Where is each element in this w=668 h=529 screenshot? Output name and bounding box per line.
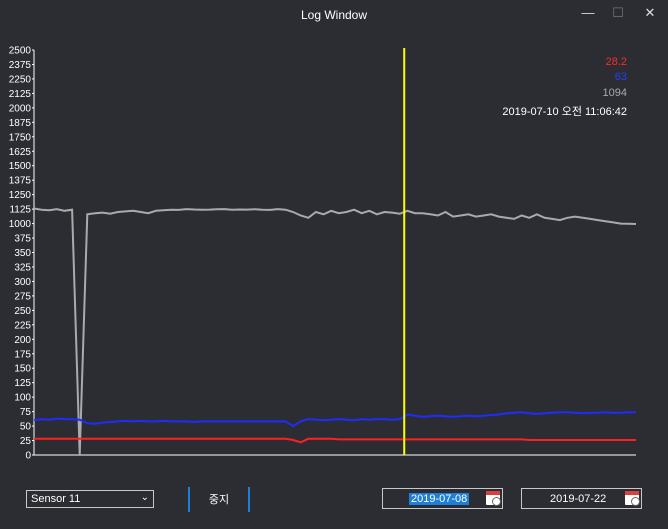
y-tick-label: 375 <box>14 234 31 245</box>
y-tick-label: 1500 <box>9 161 32 172</box>
y-tick-label: 200 <box>14 335 31 346</box>
y-tick-label: 1250 <box>9 190 32 201</box>
calendar-icon[interactable] <box>625 491 640 506</box>
y-tick-label: 75 <box>20 407 32 418</box>
series-line-0 <box>33 207 637 456</box>
y-tick-label: 2125 <box>9 89 32 100</box>
end-date-picker[interactable]: 2019-07-22 <box>521 488 642 509</box>
y-tick-label: 125 <box>14 378 31 389</box>
y-tick-label: 2000 <box>9 103 32 114</box>
readout-gray-value: 1094 <box>602 87 627 99</box>
y-tick-label: 1125 <box>9 205 31 216</box>
y-tick-label: 1625 <box>9 147 32 158</box>
start-date-picker[interactable]: 2019-07-08 <box>382 488 503 509</box>
series-line-1 <box>33 411 636 428</box>
close-button[interactable]: ✕ <box>636 2 664 24</box>
y-tick-label: 150 <box>14 364 31 375</box>
y-tick-label: 250 <box>14 306 31 317</box>
minimize-button[interactable]: — <box>574 2 602 24</box>
y-tick-label: 1375 <box>9 176 32 187</box>
y-tick-label: 325 <box>14 262 31 273</box>
calendar-icon[interactable] <box>486 491 501 506</box>
y-tick-label: 300 <box>14 277 31 288</box>
y-tick-label: 1750 <box>9 132 32 143</box>
y-tick-label: 1000 <box>9 219 32 230</box>
y-tick-label: 1875 <box>9 118 32 129</box>
y-tick-label: 2500 <box>9 46 32 57</box>
readout-blue-value: 63 <box>614 71 627 83</box>
sensor-select[interactable]: Sensor 11 ⌄ <box>26 490 154 508</box>
y-tick-label: 0 <box>25 451 31 462</box>
readout-red-value: 28.2 <box>605 56 627 68</box>
readout-timestamp: 2019-07-10 오전 11:06:42 <box>502 106 627 118</box>
series-line-2 <box>34 437 636 444</box>
y-tick-label: 225 <box>14 320 31 331</box>
y-tick-label: 275 <box>14 291 31 302</box>
sensor-select-value: Sensor 11 <box>31 493 81 505</box>
y-tick-label: 25 <box>20 436 32 447</box>
y-tick-label: 50 <box>20 422 32 433</box>
y-tick-label: 100 <box>14 393 31 404</box>
title-bar: Log Window — ☐ ✕ <box>0 0 668 30</box>
y-tick-label: 2250 <box>9 74 32 85</box>
window-title: Log Window <box>300 8 368 22</box>
stop-button[interactable]: 중지 <box>190 490 248 510</box>
divider-right <box>248 487 250 512</box>
start-date-value: 2019-07-08 <box>409 493 470 505</box>
y-tick-label: 175 <box>14 349 31 360</box>
y-tick-label: 350 <box>14 248 31 259</box>
end-date-value: 2019-07-22 <box>550 493 607 505</box>
maximize-button[interactable]: ☐ <box>604 2 632 24</box>
chevron-down-icon: ⌄ <box>140 492 149 503</box>
y-tick-label: 2375 <box>9 60 32 71</box>
